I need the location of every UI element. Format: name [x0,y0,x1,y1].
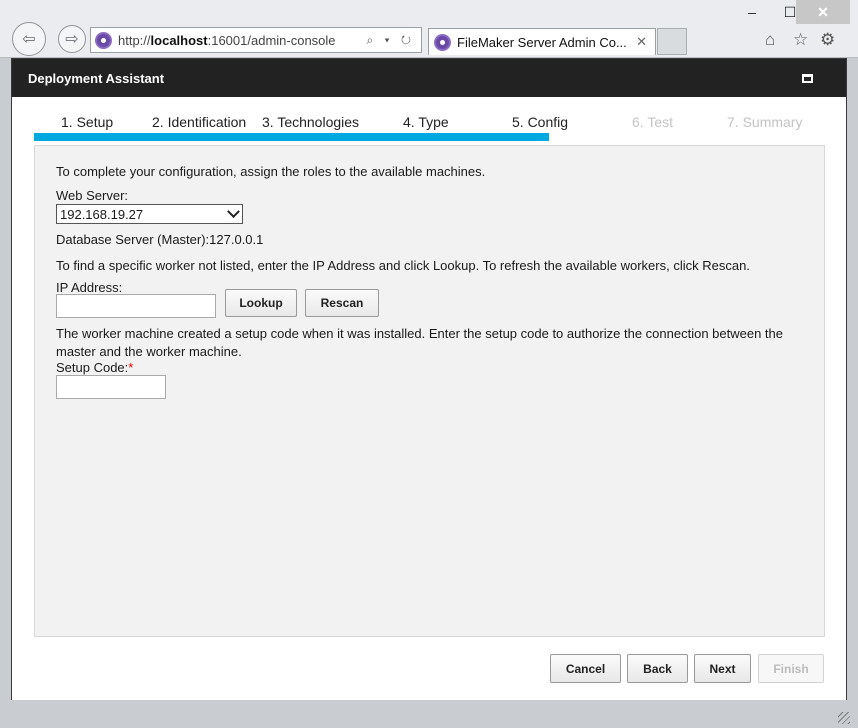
step-test: 6. Test [632,114,673,130]
progress-bar [34,133,549,141]
setup-code-input[interactable] [56,375,166,399]
chevron-down-icon [227,204,240,218]
address-tools[interactable]: ⌕ ▾ ↻ [366,33,415,48]
web-server-label: Web Server: [56,188,129,203]
address-bar[interactable]: http://localhost:16001/admin-console ⌕ ▾… [90,27,422,53]
new-tab-button[interactable] [657,28,687,55]
cancel-button[interactable]: Cancel [550,654,621,683]
forward-button[interactable]: ⇨ [58,25,86,53]
dialog-titlebar: Deployment Assistant [12,59,846,97]
tab-title: FileMaker Server Admin Co... [457,34,627,50]
step-progress: 1. Setup 2. Identification 3. Technologi… [12,97,846,141]
web-server-select[interactable]: 192.168.19.27 [56,204,243,224]
config-panel: To complete your configuration, assign t… [34,145,825,637]
back-icon: ⇦ [22,31,36,48]
gear-icon[interactable]: ⚙ [820,30,835,50]
step-type: 4. Type [403,114,449,130]
rescan-button[interactable]: Rescan [305,289,379,317]
filemaker-favicon-icon [434,33,451,51]
step-setup: 1. Setup [61,114,114,130]
ip-address-label: IP Address: [56,280,123,295]
browser-status-bar [0,700,858,728]
required-marker: * [128,360,134,375]
minimize-button[interactable]: – [732,0,772,24]
home-icon[interactable]: ⌂ [765,30,775,50]
url-text: http://localhost:16001/admin-console [118,32,336,48]
back-button[interactable]: ⇦ [12,22,46,56]
lookup-button[interactable]: Lookup [225,289,297,317]
ip-address-input[interactable] [56,294,216,318]
close-window-button[interactable]: ✕ [796,0,850,24]
back-step-button[interactable]: Back [627,654,688,683]
setup-code-label: Setup Code:* [56,360,134,375]
next-button[interactable]: Next [694,654,751,683]
step-summary: 7. Summary [727,114,803,130]
step-identification: 2. Identification [152,114,247,130]
database-server-text: Database Server (Master):127.0.0.1 [56,232,264,247]
dialog-title: Deployment Assistant [28,70,165,86]
browser-tab[interactable]: FileMaker Server Admin Co... ✕ [428,28,656,55]
web-server-value: 192.168.19.27 [60,206,144,222]
forward-icon: ⇨ [65,31,79,48]
setup-code-hint: The worker machine created a setup code … [56,326,783,359]
config-intro: To complete your configuration, assign t… [56,164,486,179]
deployment-assistant-dialog: Deployment Assistant 1. Setup 2. Identif… [11,58,847,716]
finish-button[interactable]: Finish [758,654,824,683]
star-icon[interactable]: ☆ [793,30,808,50]
step-technologies: 3. Technologies [262,114,360,130]
tab-close-icon[interactable]: ✕ [636,34,647,50]
filemaker-favicon-icon [95,31,112,49]
browser-chrome: – ☐ ✕ ⇦ ⇨ http://localhost:16001/admin-c… [0,0,858,58]
resize-grip-icon[interactable] [838,712,850,724]
lookup-hint: To find a specific worker not listed, en… [56,258,750,273]
maximize-dialog-icon[interactable] [802,73,813,83]
step-config: 5. Config [512,114,569,130]
